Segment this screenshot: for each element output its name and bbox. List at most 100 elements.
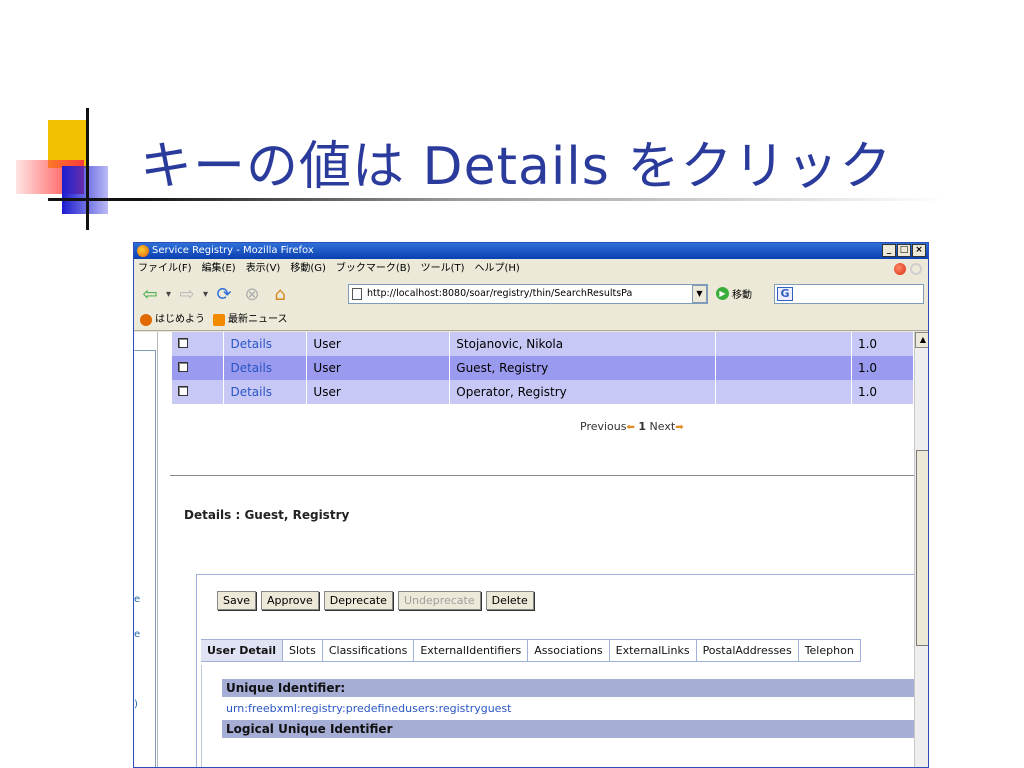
tab-telephone[interactable]: Telephon	[798, 640, 861, 662]
slide-deco-vertical-line	[86, 108, 89, 230]
url-text: http://localhost:8080/soar/registry/thin…	[367, 288, 633, 299]
scrollbar-thumb[interactable]	[916, 450, 928, 646]
vertical-scrollbar[interactable]: ▲	[914, 332, 928, 767]
scroll-up-icon[interactable]: ▲	[915, 332, 928, 348]
home-icon[interactable]: ⌂	[268, 283, 292, 305]
go-label: 移動	[732, 290, 752, 301]
version-cell: 1.0	[851, 332, 914, 356]
url-dropdown-icon[interactable]: ▼	[692, 285, 707, 303]
unique-identifier-value: urn:freebxml:registry:predefinedusers:re…	[226, 702, 512, 715]
url-input[interactable]: http://localhost:8080/soar/registry/thin…	[348, 284, 708, 304]
details-link[interactable]: Details	[230, 385, 272, 399]
approve-button[interactable]: Approve	[261, 591, 319, 610]
detail-tabs: User Detail Slots Classifications Extern…	[201, 639, 861, 662]
stop-icon[interactable]	[894, 263, 906, 275]
menu-bookmarks[interactable]: ブックマーク(B)	[336, 259, 411, 279]
window-title: Service Registry - Mozilla Firefox	[152, 245, 314, 256]
forward-dropdown-icon[interactable]: ▾	[203, 289, 208, 300]
name-cell: Stojanovic, Nikola	[449, 332, 717, 356]
menu-view[interactable]: 表示(V)	[246, 259, 281, 279]
type-cell: User	[306, 356, 451, 380]
details-link[interactable]: Details	[230, 337, 272, 351]
slide-title: キーの値は Details をクリック	[140, 137, 893, 197]
delete-button[interactable]: Delete	[485, 591, 534, 610]
bookmarks-toolbar: はじめよう 最新ニュース	[134, 309, 928, 331]
go-icon: ▶	[716, 287, 729, 300]
bookmark-latest-news[interactable]: 最新ニュース	[213, 309, 288, 330]
row-checkbox[interactable]	[178, 386, 188, 396]
next-arrow-icon[interactable]: ➡	[675, 422, 683, 433]
previous-link[interactable]: Previous	[580, 420, 627, 433]
logical-unique-identifier-label: Logical Unique Identifier	[222, 720, 914, 738]
save-button[interactable]: Save	[217, 591, 257, 610]
table-row[interactable]: Details User Stojanovic, Nikola 1.0	[172, 332, 914, 356]
version-cell: 1.0	[851, 356, 914, 380]
menu-edit[interactable]: 編集(E)	[202, 259, 236, 279]
back-icon[interactable]: ⇦	[138, 283, 162, 305]
previous-arrow-icon[interactable]: ⬅	[627, 422, 635, 433]
menu-bar: ファイル(F) 編集(E) 表示(V) 移動(G) ブックマーク(B) ツール(…	[134, 259, 928, 279]
action-buttons: Save Approve Deprecate Undeprecate Delet…	[217, 591, 534, 610]
row-checkbox[interactable]	[178, 338, 188, 348]
tab-postal-addresses[interactable]: PostalAddresses	[696, 640, 799, 662]
search-input[interactable]: G	[774, 284, 924, 304]
tab-classifications[interactable]: Classifications	[322, 640, 415, 662]
stop-load-icon[interactable]: ⊗	[240, 283, 264, 305]
next-link[interactable]: Next	[650, 420, 676, 433]
left-frame-text: )	[134, 699, 138, 710]
window-titlebar: Service Registry - Mozilla Firefox _ □ ×	[134, 243, 928, 259]
menu-tools[interactable]: ツール(T)	[421, 259, 465, 279]
results-table: Details User Stojanovic, Nikola 1.0 Deta…	[172, 332, 914, 404]
current-page: 1	[638, 420, 647, 433]
tab-associations[interactable]: Associations	[528, 640, 610, 662]
menu-file[interactable]: ファイル(F)	[138, 259, 192, 279]
undeprecate-button: Undeprecate	[397, 591, 481, 610]
row-checkbox-cell	[172, 380, 225, 404]
extra-cell	[715, 356, 852, 380]
navigation-toolbar: ⇦ ▾ ⇨ ▾ ⟳ ⊗ ⌂ http://localhost:8080/soar…	[134, 279, 928, 309]
google-search-icon[interactable]: G	[777, 287, 793, 301]
throbber-icon	[910, 263, 922, 275]
minimize-icon[interactable]: _	[882, 244, 896, 257]
deprecate-button[interactable]: Deprecate	[323, 591, 393, 610]
window-controls: _ □ ×	[882, 244, 926, 257]
menu-help[interactable]: ヘルプ(H)	[475, 259, 520, 279]
version-cell: 1.0	[851, 380, 914, 404]
maximize-icon[interactable]: □	[897, 244, 911, 257]
table-row[interactable]: Details User Guest, Registry 1.0	[172, 356, 914, 380]
details-link[interactable]: Details	[230, 361, 272, 375]
section-divider	[170, 475, 914, 476]
tab-slots[interactable]: Slots	[283, 640, 323, 662]
page-icon	[352, 288, 362, 300]
name-cell: Guest, Registry	[449, 356, 717, 380]
reload-icon[interactable]: ⟳	[212, 283, 236, 305]
tab-user-detail[interactable]: User Detail	[201, 640, 284, 662]
unique-identifier-label: Unique Identifier:	[222, 679, 914, 697]
page-content: e e ) Details User Stojanovic, Nikola 1.…	[134, 332, 914, 767]
user-detail-body: Unique Identifier: urn:freebxml:registry…	[201, 665, 914, 767]
row-checkbox-cell	[172, 332, 225, 356]
left-frame: e e )	[134, 332, 158, 767]
bookmark-getting-started[interactable]: はじめよう	[140, 309, 205, 330]
tab-external-links[interactable]: ExternalLinks	[609, 640, 697, 662]
type-cell: User	[306, 332, 451, 356]
pagination: Previous⬅ 1 Next➡	[580, 420, 684, 433]
go-button[interactable]: ▶ 移動	[716, 286, 752, 301]
tab-external-identifiers[interactable]: ExternalIdentifiers	[414, 640, 529, 662]
firefox-bookmark-icon	[140, 313, 152, 326]
row-checkbox-cell	[172, 356, 225, 380]
slide-deco-blue-square	[62, 166, 108, 214]
details-heading: Details : Guest, Registry	[184, 508, 350, 522]
table-row[interactable]: Details User Operator, Registry 1.0	[172, 380, 914, 404]
forward-icon[interactable]: ⇨	[175, 283, 199, 305]
back-dropdown-icon[interactable]: ▾	[166, 289, 171, 300]
firefox-icon	[137, 245, 149, 257]
close-icon[interactable]: ×	[912, 244, 926, 257]
browser-window: Service Registry - Mozilla Firefox _ □ ×…	[133, 242, 929, 768]
row-checkbox[interactable]	[178, 362, 188, 372]
details-panel: Save Approve Deprecate Undeprecate Delet…	[196, 574, 914, 767]
type-cell: User	[306, 380, 451, 404]
menu-go[interactable]: 移動(G)	[290, 259, 326, 279]
extra-cell	[715, 380, 852, 404]
name-cell: Operator, Registry	[449, 380, 717, 404]
